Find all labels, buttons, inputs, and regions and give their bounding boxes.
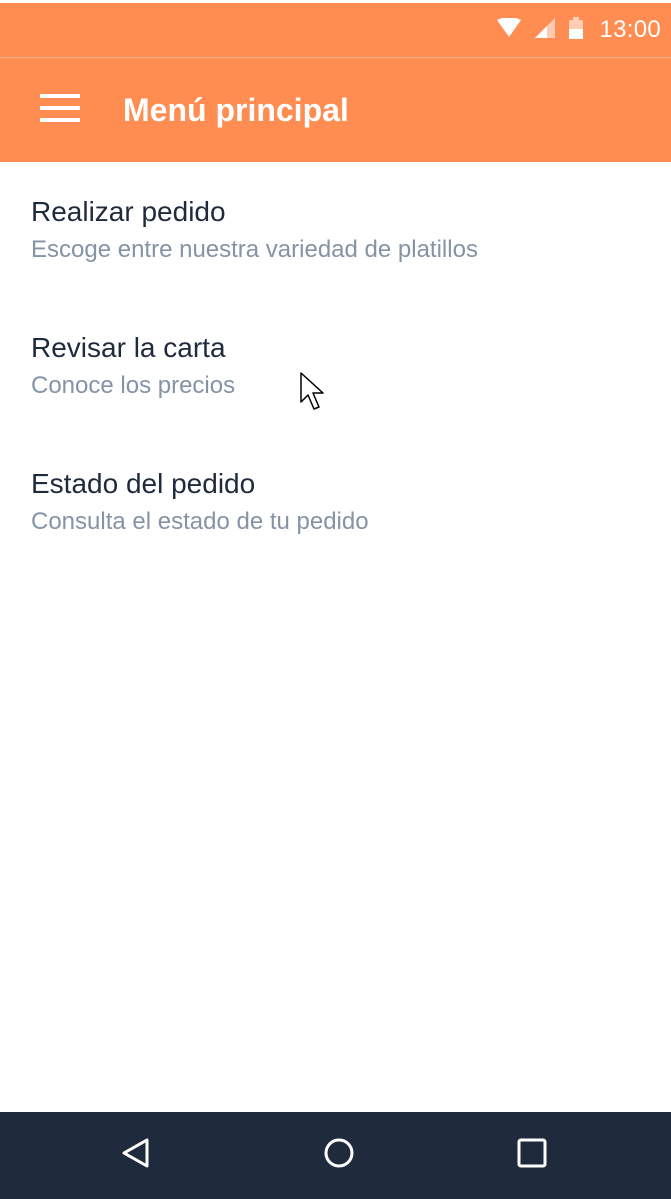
signal-icon	[535, 17, 556, 43]
recent-apps-icon	[517, 1138, 547, 1173]
menu-list: Realizar pedido Escoge entre nuestra var…	[0, 162, 671, 570]
back-icon	[120, 1137, 152, 1174]
menu-item-subtitle: Conoce los precios	[31, 372, 236, 399]
menu-item-subtitle: Consulta el estado de tu pedido	[31, 508, 369, 535]
menu-item-subtitle: Escoge entre nuestra variedad de platill…	[31, 236, 478, 263]
menu-item-title: Realizar pedido	[31, 196, 226, 227]
home-icon	[323, 1137, 355, 1174]
mouse-pointer-icon	[300, 372, 328, 412]
recent-apps-button[interactable]	[487, 1112, 577, 1199]
menu-item-realizar-pedido[interactable]: Realizar pedido Escoge entre nuestra var…	[0, 162, 671, 298]
menu-button[interactable]	[0, 58, 120, 163]
home-button[interactable]	[294, 1112, 384, 1199]
app-bar: Menú principal	[0, 57, 671, 162]
navigation-bar	[0, 1112, 671, 1199]
menu-item-estado-pedido[interactable]: Estado del pedido Consulta el estado de …	[0, 434, 671, 570]
menu-item-title: Revisar la carta	[31, 332, 226, 363]
back-button[interactable]	[91, 1112, 181, 1199]
hamburger-menu-icon	[40, 93, 80, 127]
wifi-icon	[497, 16, 522, 43]
page-title: Menú principal	[123, 91, 349, 128]
status-bar: 13:00	[0, 0, 671, 57]
battery-icon	[569, 16, 584, 44]
menu-item-title: Estado del pedido	[31, 468, 256, 499]
menu-item-revisar-carta[interactable]: Revisar la carta Conoce los precios	[0, 298, 671, 434]
status-time: 13:00	[599, 16, 661, 43]
